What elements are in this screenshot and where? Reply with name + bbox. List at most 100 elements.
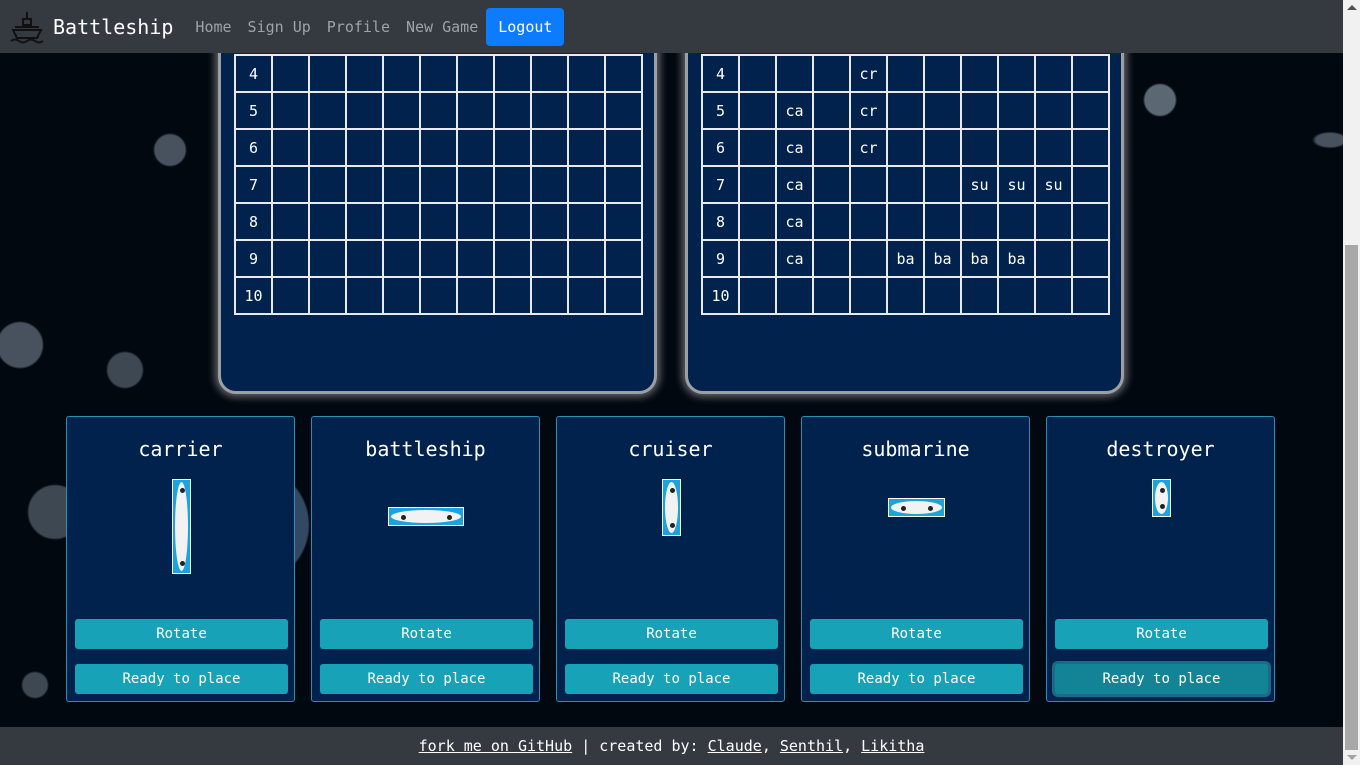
board-cell[interactable] xyxy=(849,202,888,241)
board-cell[interactable] xyxy=(567,239,606,278)
board-cell[interactable] xyxy=(308,54,347,93)
board-cell[interactable] xyxy=(738,128,777,167)
rotate-button[interactable]: Rotate xyxy=(1055,619,1268,649)
board-cell[interactable] xyxy=(345,239,384,278)
cruiser-ship-image[interactable] xyxy=(661,479,681,536)
nav-profile[interactable]: Profile xyxy=(319,18,398,36)
board-cell[interactable] xyxy=(382,276,421,315)
board-cell[interactable] xyxy=(923,202,962,241)
board-cell[interactable] xyxy=(345,91,384,130)
board-cell[interactable] xyxy=(271,128,310,167)
board-cell[interactable]: ba xyxy=(997,239,1036,278)
nav-new-game[interactable]: New Game xyxy=(398,18,486,36)
board-cell[interactable] xyxy=(456,128,495,167)
board-cell[interactable] xyxy=(530,202,569,241)
board-cell[interactable] xyxy=(419,202,458,241)
board-cell[interactable] xyxy=(456,239,495,278)
board-cell[interactable] xyxy=(456,54,495,93)
scroll-down-arrow-icon[interactable] xyxy=(1347,755,1357,760)
board-cell[interactable] xyxy=(1071,276,1110,315)
board-cell[interactable] xyxy=(849,239,888,278)
author-link-likitha[interactable]: Likitha xyxy=(861,737,924,755)
board-cell[interactable] xyxy=(738,91,777,130)
board-cell[interactable] xyxy=(1071,202,1110,241)
ready-to-place-button[interactable]: Ready to place xyxy=(75,664,288,694)
board-cell[interactable] xyxy=(738,165,777,204)
board-cell[interactable] xyxy=(997,91,1036,130)
board-cell[interactable] xyxy=(308,165,347,204)
board-cell[interactable] xyxy=(456,165,495,204)
board-cell[interactable] xyxy=(271,202,310,241)
board-cell[interactable] xyxy=(1071,165,1110,204)
board-cell[interactable] xyxy=(1071,54,1110,93)
board-cell[interactable] xyxy=(419,54,458,93)
board-cell[interactable] xyxy=(775,54,814,93)
board-cell[interactable] xyxy=(812,165,851,204)
board-cell[interactable]: ca xyxy=(775,91,814,130)
board-cell[interactable] xyxy=(812,128,851,167)
board-cell[interactable] xyxy=(960,54,999,93)
board-cell[interactable] xyxy=(812,276,851,315)
board-cell[interactable] xyxy=(604,91,643,130)
board-cell[interactable] xyxy=(1034,91,1073,130)
battleship-ship-image[interactable] xyxy=(388,507,464,526)
board-cell[interactable] xyxy=(493,165,532,204)
board-cell[interactable]: cr xyxy=(849,54,888,93)
board-cell[interactable] xyxy=(812,91,851,130)
rotate-button[interactable]: Rotate xyxy=(320,619,533,649)
carrier-ship-image[interactable] xyxy=(171,479,191,574)
board-cell[interactable] xyxy=(886,276,925,315)
board-cell[interactable] xyxy=(308,128,347,167)
board-cell[interactable]: cr xyxy=(849,128,888,167)
board-cell[interactable] xyxy=(530,165,569,204)
board-cell[interactable] xyxy=(812,54,851,93)
board-cell[interactable]: ba xyxy=(923,239,962,278)
rotate-button[interactable]: Rotate xyxy=(810,619,1023,649)
board-cell[interactable] xyxy=(345,54,384,93)
board-cell[interactable] xyxy=(271,239,310,278)
board-cell[interactable] xyxy=(382,91,421,130)
board-cell[interactable] xyxy=(382,54,421,93)
board-cell[interactable] xyxy=(308,276,347,315)
board-cell[interactable] xyxy=(886,91,925,130)
board-cell[interactable] xyxy=(493,128,532,167)
board-cell[interactable] xyxy=(604,239,643,278)
board-cell[interactable] xyxy=(456,91,495,130)
board-cell[interactable] xyxy=(604,276,643,315)
ready-to-place-button[interactable]: Ready to place xyxy=(565,664,778,694)
board-cell[interactable] xyxy=(456,202,495,241)
nav-sign-up[interactable]: Sign Up xyxy=(240,18,319,36)
board-cell[interactable] xyxy=(1034,239,1073,278)
author-link-senthil[interactable]: Senthil xyxy=(780,737,843,755)
board-cell[interactable] xyxy=(530,91,569,130)
board-cell[interactable] xyxy=(997,202,1036,241)
ready-to-place-button[interactable]: Ready to place xyxy=(810,664,1023,694)
board-cell[interactable] xyxy=(567,54,606,93)
board-cell[interactable] xyxy=(419,91,458,130)
board-cell[interactable] xyxy=(382,128,421,167)
board-cell[interactable] xyxy=(812,239,851,278)
board-cell[interactable] xyxy=(530,276,569,315)
board-cell[interactable] xyxy=(997,128,1036,167)
board-cell[interactable] xyxy=(849,276,888,315)
board-cell[interactable] xyxy=(382,239,421,278)
board-cell[interactable] xyxy=(493,239,532,278)
board-cell[interactable] xyxy=(530,128,569,167)
board-cell[interactable] xyxy=(1071,128,1110,167)
board-cell[interactable]: ca xyxy=(775,128,814,167)
board-cell[interactable]: su xyxy=(997,165,1036,204)
board-cell[interactable] xyxy=(567,91,606,130)
logout-button[interactable]: Logout xyxy=(486,7,565,46)
board-cell[interactable] xyxy=(271,54,310,93)
board-cell[interactable] xyxy=(419,239,458,278)
board-cell[interactable] xyxy=(738,54,777,93)
board-cell[interactable] xyxy=(923,128,962,167)
board-cell[interactable] xyxy=(308,91,347,130)
board-cell[interactable] xyxy=(923,165,962,204)
ready-to-place-button[interactable]: Ready to place xyxy=(1055,664,1268,694)
author-link-claude[interactable]: Claude xyxy=(708,737,762,755)
scrollbar-thumb[interactable] xyxy=(1345,245,1358,750)
board-cell[interactable] xyxy=(923,276,962,315)
board-cell[interactable] xyxy=(530,239,569,278)
board-cell[interactable] xyxy=(530,54,569,93)
